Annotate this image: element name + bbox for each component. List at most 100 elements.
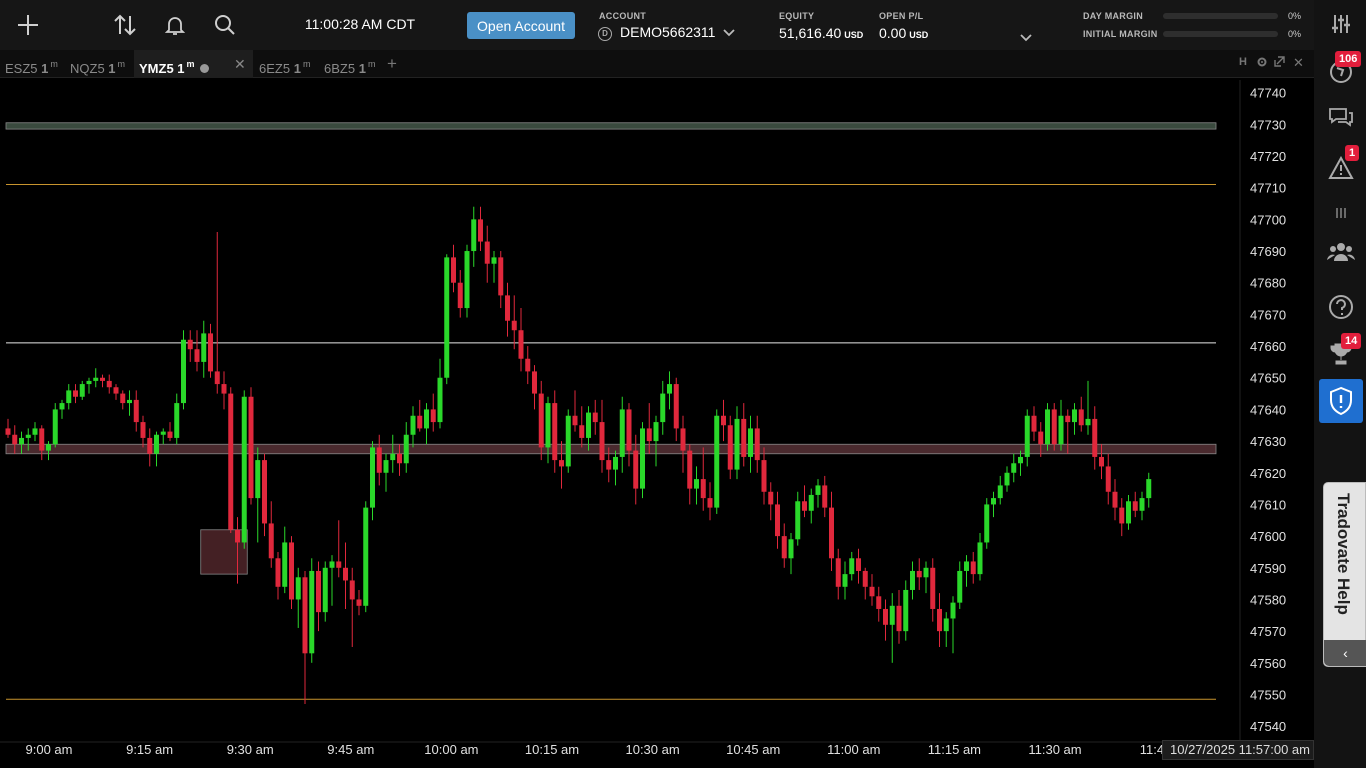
y-tick-label: 47650 xyxy=(1250,371,1286,386)
risk-shield-button[interactable] xyxy=(1319,379,1363,423)
candle-body xyxy=(25,434,31,438)
y-tick-label: 47550 xyxy=(1250,687,1286,702)
candle-body xyxy=(187,339,193,350)
account-selector[interactable]: D DEMO5662311 xyxy=(598,24,715,41)
plus-icon[interactable] xyxy=(12,9,44,41)
candle-body xyxy=(160,431,166,435)
close-icon[interactable]: ✕ xyxy=(234,50,246,78)
help-icon[interactable] xyxy=(1324,290,1358,324)
chevron-left-icon[interactable]: ‹ xyxy=(1324,640,1366,666)
chat-icon[interactable] xyxy=(1324,101,1358,135)
column-bars-icon[interactable] xyxy=(1324,196,1358,230)
x-tick-label: 10:00 am xyxy=(424,742,478,757)
expand-chevron-icon[interactable] xyxy=(1019,30,1033,48)
candle-body xyxy=(700,479,706,499)
tab-interval-unit: m xyxy=(367,59,376,69)
candle-body xyxy=(181,339,186,404)
candle-body xyxy=(86,380,92,385)
popout-icon[interactable] xyxy=(1274,56,1285,70)
candle-body xyxy=(154,434,159,454)
tab-6bz5[interactable]: 6BZ5 1m xyxy=(319,50,384,78)
candle-body xyxy=(997,485,1003,499)
tab-nqz5[interactable]: NQZ5 1m xyxy=(65,50,134,78)
candle-body xyxy=(214,371,220,385)
candle-body xyxy=(808,494,814,511)
candle-body xyxy=(964,561,969,571)
candle-body xyxy=(316,570,321,613)
candle-body xyxy=(835,558,841,587)
candle-body xyxy=(208,333,213,372)
candle-body xyxy=(660,393,666,423)
candle-body xyxy=(1051,409,1057,445)
candle-body xyxy=(1004,472,1010,486)
tab-esz5[interactable]: ESZ5 1m xyxy=(0,50,65,78)
x-tick-label: 11:30 am xyxy=(1028,742,1081,757)
x-tick-label: 9:15 am xyxy=(126,742,173,757)
candle-body xyxy=(147,437,153,454)
help-tab-label: Tradovate Help xyxy=(1334,493,1353,615)
candle-body xyxy=(1105,466,1111,492)
candle-body xyxy=(79,384,85,397)
candle-body xyxy=(525,358,531,372)
y-tick-label: 47660 xyxy=(1250,339,1286,354)
equity-unit: USD xyxy=(844,30,864,40)
equity-label: EQUITY xyxy=(779,11,815,21)
tab-6ez5[interactable]: 6EZ5 1m xyxy=(254,50,319,78)
candle-body xyxy=(248,396,254,499)
close-panel-icon[interactable]: ✕ xyxy=(1293,55,1304,71)
candle-body xyxy=(370,447,375,508)
candle-body xyxy=(903,589,909,632)
candle-body xyxy=(491,257,497,264)
open-account-button[interactable]: Open Account xyxy=(467,12,575,39)
candle-body xyxy=(59,403,65,410)
bell-icon[interactable] xyxy=(159,9,191,41)
tab-interval: 1 xyxy=(41,61,49,76)
candle-body xyxy=(430,409,436,423)
candle-body xyxy=(1099,456,1104,467)
search-icon[interactable] xyxy=(209,9,241,41)
candle-body xyxy=(815,485,821,495)
candle-body xyxy=(552,403,558,461)
candle-body xyxy=(619,409,625,457)
tab-symbol: 6EZ5 xyxy=(259,61,291,76)
candle-body xyxy=(484,241,490,264)
candlestick-chart[interactable]: 47540 47550 47560 47570 47580 47590 47600 47610… xyxy=(0,80,1314,768)
candle-body xyxy=(498,257,504,296)
x-tick-label: 9:30 am xyxy=(227,742,274,757)
add-tab-icon[interactable]: + xyxy=(387,54,397,74)
candle-body xyxy=(802,501,807,511)
candle-body xyxy=(46,444,51,451)
tab-ymz5[interactable]: YMZ5 1m ✕ xyxy=(134,50,253,78)
alert-count-badge: 1 xyxy=(1345,145,1360,161)
candle-body xyxy=(916,570,922,578)
community-icon[interactable] xyxy=(1324,235,1358,269)
open-pl-value: 0.00 xyxy=(879,25,907,41)
price-zone xyxy=(5,122,1217,130)
h-toggle-button[interactable]: H xyxy=(1239,56,1247,68)
price-chart[interactable]: 47540 47550 47560 47570 47580 47590 47600 47610… xyxy=(0,80,1314,768)
tab-interval: 1 xyxy=(358,61,366,76)
gear-icon[interactable] xyxy=(1256,56,1268,71)
candle-body xyxy=(680,428,686,451)
candle-body xyxy=(829,507,834,559)
candle-body xyxy=(228,393,234,530)
arrows-up-down-icon[interactable] xyxy=(109,9,141,41)
day-margin-bar xyxy=(1163,13,1278,19)
y-tick-label: 47580 xyxy=(1250,592,1286,607)
tab-interval: 1 xyxy=(293,61,301,76)
candle-body xyxy=(1031,415,1037,432)
chevron-down-icon[interactable] xyxy=(722,25,736,43)
candle-body xyxy=(1092,418,1098,457)
candle-body xyxy=(950,602,956,619)
candle-body xyxy=(383,460,389,473)
y-tick-label: 47570 xyxy=(1250,624,1286,639)
day-margin-label: DAY MARGIN xyxy=(1083,11,1144,21)
candle-body xyxy=(943,618,949,632)
x-tick-label: 9:45 am xyxy=(327,742,374,757)
achievement-count-badge: 14 xyxy=(1341,333,1362,349)
candle-body xyxy=(268,523,274,559)
tradovate-help-tab[interactable]: Tradovate Help ‹ xyxy=(1323,482,1366,667)
sliders-icon[interactable] xyxy=(1324,7,1358,41)
candle-body xyxy=(376,447,382,473)
open-pl-label: OPEN P/L xyxy=(879,11,924,21)
